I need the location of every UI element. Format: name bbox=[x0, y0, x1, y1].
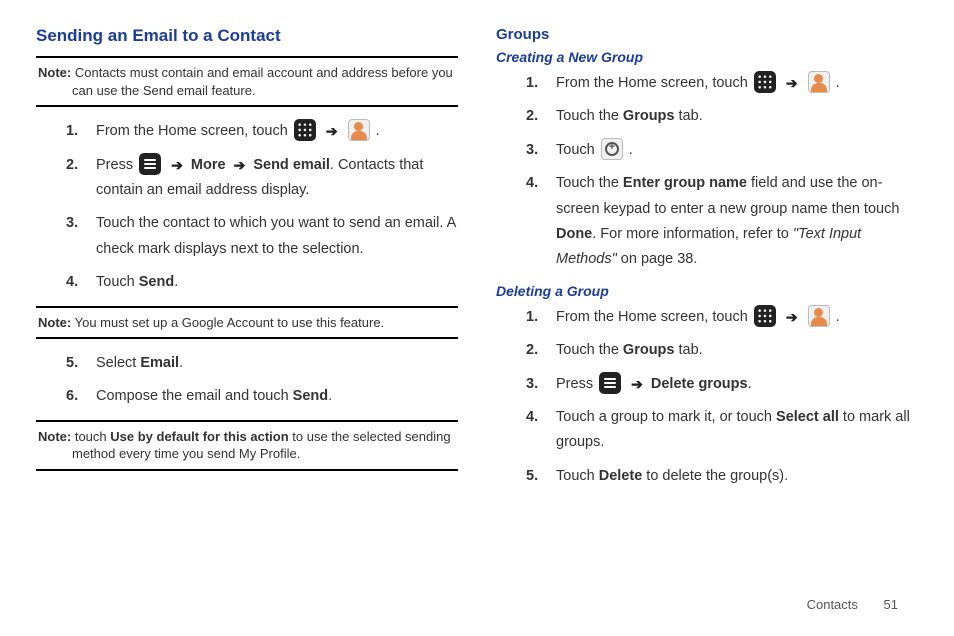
arrow-icon: ➔ bbox=[171, 153, 183, 178]
step-d5: Touch Delete to delete the group(s). bbox=[526, 464, 918, 489]
step-c3: Touch . bbox=[526, 138, 918, 163]
footer-section: Contacts bbox=[807, 597, 858, 612]
step-5: Select Email. bbox=[66, 351, 458, 376]
step-3: Touch the contact to which you want to s… bbox=[66, 211, 458, 262]
step-1: From the Home screen, touch ➔ . bbox=[66, 119, 458, 144]
heading-sending-email: Sending an Email to a Contact bbox=[36, 26, 458, 46]
steps-creating: From the Home screen, touch ➔ . Touch th… bbox=[496, 71, 918, 273]
heading-groups: Groups bbox=[496, 26, 918, 43]
subheading-deleting: Deleting a Group bbox=[496, 283, 918, 299]
note-box-2: Note: You must set up a Google Account t… bbox=[36, 306, 458, 340]
arrow-icon: ➔ bbox=[786, 71, 798, 96]
steps-deleting: From the Home screen, touch ➔ . Touch th… bbox=[496, 305, 918, 489]
footer-page: 51 bbox=[884, 597, 898, 612]
steps-list-a: From the Home screen, touch ➔ . Press ➔ … bbox=[36, 119, 458, 295]
apps-icon bbox=[754, 305, 776, 327]
steps-list-b: Select Email. Compose the email and touc… bbox=[36, 351, 458, 410]
note-box-1: Note: Contacts must contain and email ac… bbox=[36, 56, 458, 107]
apps-icon bbox=[294, 119, 316, 141]
step-d1: From the Home screen, touch ➔ . bbox=[526, 305, 918, 330]
arrow-icon: ➔ bbox=[326, 119, 338, 144]
contacts-icon bbox=[808, 71, 830, 93]
note-label: Note: bbox=[38, 315, 71, 330]
step-c1: From the Home screen, touch ➔ . bbox=[526, 71, 918, 96]
menu-icon bbox=[139, 153, 161, 175]
arrow-icon: ➔ bbox=[786, 305, 798, 330]
step-6: Compose the email and touch Send. bbox=[66, 384, 458, 409]
contacts-icon bbox=[348, 119, 370, 141]
step-d4: Touch a group to mark it, or touch Selec… bbox=[526, 405, 918, 456]
apps-icon bbox=[754, 71, 776, 93]
arrow-icon: ➔ bbox=[631, 372, 643, 397]
step-c2: Touch the Groups tab. bbox=[526, 104, 918, 129]
step-2: Press ➔ More ➔ Send email. Contacts that… bbox=[66, 153, 458, 204]
step-d3: Press ➔ Delete groups. bbox=[526, 372, 918, 397]
note-box-3: Note: touch Use by default for this acti… bbox=[36, 420, 458, 471]
step-c4: Touch the Enter group name field and use… bbox=[526, 171, 918, 273]
plus-icon bbox=[601, 138, 623, 160]
note-label: Note: bbox=[38, 429, 71, 444]
note-text: You must set up a Google Account to use … bbox=[75, 315, 385, 330]
contacts-icon bbox=[808, 305, 830, 327]
step-d2: Touch the Groups tab. bbox=[526, 338, 918, 363]
page-footer: Contacts 51 bbox=[807, 597, 898, 612]
right-column: Groups Creating a New Group From the Hom… bbox=[496, 26, 918, 499]
left-column: Sending an Email to a Contact Note: Cont… bbox=[36, 26, 458, 499]
note-label: Note: bbox=[38, 65, 71, 80]
step-4: Touch Send. bbox=[66, 270, 458, 295]
subheading-creating: Creating a New Group bbox=[496, 49, 918, 65]
arrow-icon: ➔ bbox=[234, 153, 246, 178]
note-text: Contacts must contain and email account … bbox=[72, 65, 453, 98]
menu-icon bbox=[599, 372, 621, 394]
